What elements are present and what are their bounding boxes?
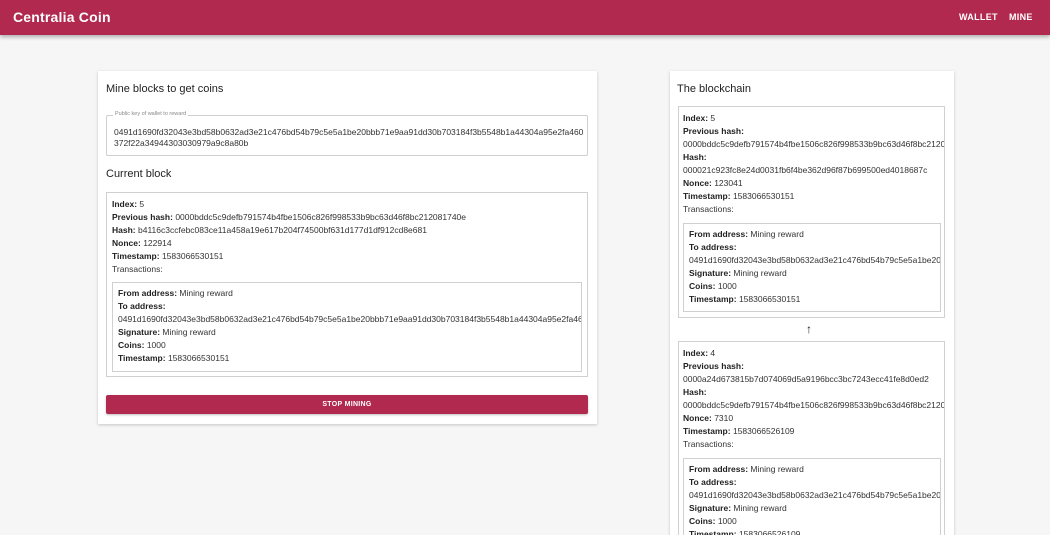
tx-signature: Signature: Mining reward	[689, 503, 787, 513]
block-timestamp: Timestamp: 1583066530151	[112, 251, 224, 261]
app-bar: Centralia Coin WALLET MINE	[0, 0, 1050, 35]
chain-block: Index: 4 Previous hash: 0000a24d673815b7…	[678, 341, 945, 535]
blockchain-card: The blockchain Index: 5 Previous hash: 0…	[670, 71, 954, 535]
tx-from: From address: Mining reward	[689, 229, 804, 239]
transaction: From address: Mining reward To address: …	[683, 458, 941, 535]
block-hash-value: 0000bddc5c9defb791574b4fbe1506c826f99853…	[683, 400, 945, 410]
block-hash-label: Hash:	[683, 152, 707, 162]
block-nonce: Nonce: 122914	[112, 238, 172, 248]
tx-to-value: 0491d1690fd32043e3bd58b0632ad3e21c476bd5…	[689, 255, 941, 265]
nav-wallet-button[interactable]: WALLET	[959, 12, 998, 22]
block-hash-value: 000021c923fc8e24d0031fb6f4be362d96f87b69…	[683, 165, 928, 175]
blockchain-title: The blockchain	[677, 83, 751, 95]
tx-coins: Coins: 1000	[689, 281, 737, 291]
tx-to-value: 0491d1690fd32043e3bd58b0632ad3e21c476bd5…	[118, 314, 581, 324]
current-block-title: Current block	[106, 168, 172, 180]
stop-mining-button[interactable]: STOP MINING	[106, 395, 588, 414]
block-timestamp: Timestamp: 1583066530151	[683, 191, 795, 201]
transaction: From address: Mining reward To address: …	[683, 223, 941, 312]
mine-card: Mine blocks to get coins Public key of w…	[98, 71, 597, 424]
tx-to-value: 0491d1690fd32043e3bd58b0632ad3e21c476bd5…	[689, 490, 941, 500]
block-previous-hash-label: Previous hash:	[683, 126, 744, 136]
tx-timestamp: Timestamp: 1583066530151	[118, 353, 230, 363]
tx-from: From address: Mining reward	[118, 288, 233, 298]
tx-to-label: To address:	[689, 242, 737, 252]
block-previous-hash-value: 0000bddc5c9defb791574b4fbe1506c826f99853…	[683, 139, 945, 149]
tx-coins: Coins: 1000	[118, 340, 166, 350]
public-key-value[interactable]: 0491d1690fd32043e3bd58b0632ad3e21c476bd5…	[114, 127, 584, 149]
block-hash: Hash: b4116c3ccfebc083ce11a458a19e617b20…	[112, 225, 427, 235]
block-previous-hash-label: Previous hash:	[683, 361, 744, 371]
tx-timestamp: Timestamp: 1583066526109	[689, 529, 801, 535]
arrow-up-icon: ↑	[806, 322, 812, 336]
chain-block: Index: 5 Previous hash: 0000bddc5c9defb7…	[678, 106, 945, 318]
block-transactions-label: Transactions:	[112, 264, 163, 274]
app-title: Centralia Coin	[13, 9, 111, 25]
tx-timestamp: Timestamp: 1583066530151	[689, 294, 801, 304]
current-block: Index: 5 Previous hash: 0000bddc5c9defb7…	[106, 192, 588, 377]
tx-from: From address: Mining reward	[689, 464, 804, 474]
block-index: Index: 4	[683, 348, 716, 358]
block-index: Index: 5	[683, 113, 716, 123]
block-nonce: Nonce: 7310	[683, 413, 734, 423]
public-key-label: Public key of wallet to reward	[113, 111, 189, 117]
block-previous-hash-value: 0000a24d673815b7d074069d5a9196bcc3bc7243…	[683, 374, 929, 384]
block-index: Index: 5	[112, 199, 145, 209]
block-previous-hash: Previous hash: 0000bddc5c9defb791574b4fb…	[112, 212, 467, 222]
public-key-field[interactable]: Public key of wallet to reward 0491d1690…	[106, 111, 588, 156]
tx-to-label: To address:	[689, 477, 737, 487]
nav-mine-button[interactable]: MINE	[1009, 12, 1033, 22]
block-transactions-label: Transactions:	[683, 204, 734, 214]
mine-title: Mine blocks to get coins	[106, 83, 224, 95]
block-hash-label: Hash:	[683, 387, 707, 397]
tx-to-label: To address:	[118, 301, 166, 311]
block-nonce: Nonce: 123041	[683, 178, 743, 188]
block-transactions-label: Transactions:	[683, 439, 734, 449]
block-timestamp: Timestamp: 1583066526109	[683, 426, 795, 436]
tx-coins: Coins: 1000	[689, 516, 737, 526]
tx-signature: Signature: Mining reward	[118, 327, 216, 337]
transaction: From address: Mining reward To address: …	[112, 282, 582, 372]
tx-signature: Signature: Mining reward	[689, 268, 787, 278]
